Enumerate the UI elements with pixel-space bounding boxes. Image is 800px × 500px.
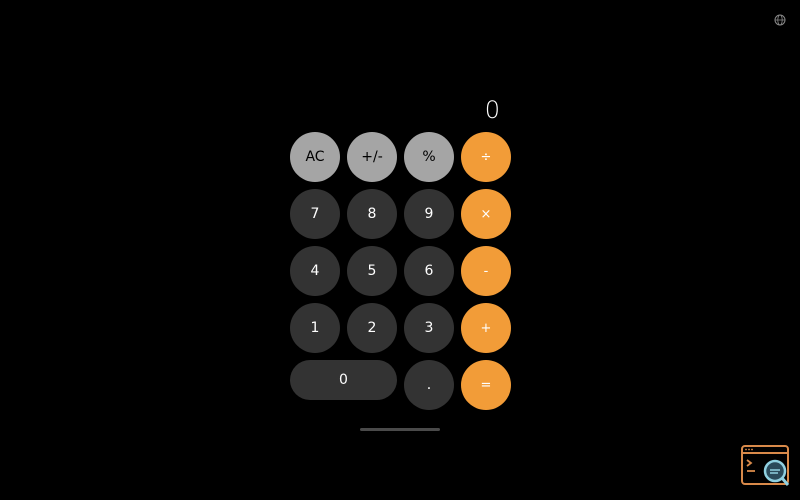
globe-icon[interactable] — [774, 14, 786, 26]
digit-7-button[interactable]: 7 — [290, 189, 340, 239]
calculator-screen: 0 AC +/- % ÷ 7 8 9 × 4 5 6 - 1 2 3 + 0 .… — [0, 0, 800, 500]
sign-toggle-button[interactable]: +/- — [347, 132, 397, 182]
home-indicator-bar[interactable] — [360, 428, 440, 431]
decimal-button[interactable]: . — [404, 360, 454, 410]
digit-3-button[interactable]: 3 — [404, 303, 454, 353]
digit-9-button[interactable]: 9 — [404, 189, 454, 239]
subtract-button[interactable]: - — [461, 246, 511, 296]
add-button[interactable]: + — [461, 303, 511, 353]
equals-button[interactable]: = — [461, 360, 511, 410]
digit-0-button[interactable]: 0 — [290, 360, 397, 400]
digit-6-button[interactable]: 6 — [404, 246, 454, 296]
digit-2-button[interactable]: 2 — [347, 303, 397, 353]
result-display: 0 — [484, 96, 500, 124]
digit-8-button[interactable]: 8 — [347, 189, 397, 239]
digit-5-button[interactable]: 5 — [347, 246, 397, 296]
all-clear-button[interactable]: AC — [290, 132, 340, 182]
terminal-search-icon[interactable] — [741, 444, 791, 488]
digit-4-button[interactable]: 4 — [290, 246, 340, 296]
digit-1-button[interactable]: 1 — [290, 303, 340, 353]
multiply-button[interactable]: × — [461, 189, 511, 239]
divide-button[interactable]: ÷ — [461, 132, 511, 182]
percent-button[interactable]: % — [404, 132, 454, 182]
